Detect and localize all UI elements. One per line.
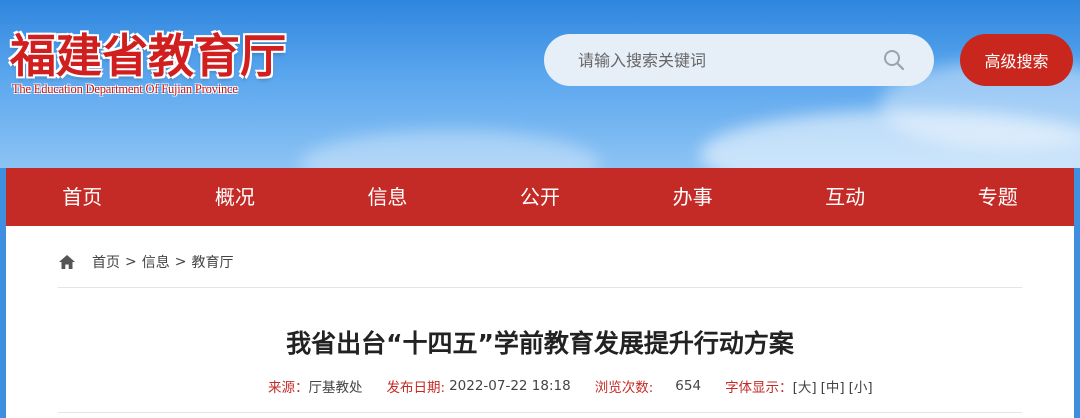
nav-item-overview[interactable]: 概况 xyxy=(159,168,312,226)
views-value: 654 xyxy=(675,378,702,394)
header-banner: 福建省教育厅 The Education Department Of Fujia… xyxy=(0,0,1080,168)
site-logo-title[interactable]: 福建省教育厅 xyxy=(10,20,286,86)
search-icon[interactable] xyxy=(882,48,906,72)
article-meta: 来源： 厅基教处 发布日期: 2022-07-22 18:18 浏览次数: 65… xyxy=(268,376,873,396)
breadcrumb-separator: > xyxy=(125,254,137,270)
source-value: 厅基教处 xyxy=(308,380,363,396)
home-icon[interactable] xyxy=(58,254,76,270)
font-size-label: 字体显示： xyxy=(725,380,793,396)
breadcrumb-department[interactable]: 教育厅 xyxy=(191,252,233,272)
source-label: 来源： xyxy=(268,380,309,396)
search-input[interactable] xyxy=(576,39,870,81)
advanced-search-button[interactable]: 高级搜索 xyxy=(960,34,1073,86)
site-logo-subtitle: The Education Department Of Fujian Provi… xyxy=(12,82,238,96)
font-size-small-button[interactable]: [小] xyxy=(849,376,873,396)
nav-item-interaction[interactable]: 互动 xyxy=(769,168,922,226)
article-title: 我省出台“十四五”学前教育发展提升行动方案 xyxy=(286,329,794,358)
main-nav: 首页 概况 信息 公开 办事 互动 专题 xyxy=(6,168,1074,226)
font-size-medium-button[interactable]: [中] xyxy=(821,376,845,396)
nav-item-topics[interactable]: 专题 xyxy=(921,168,1074,226)
cloud-decoration xyxy=(300,130,600,168)
nav-item-info[interactable]: 信息 xyxy=(311,168,464,226)
date-label: 发布日期: xyxy=(386,380,446,396)
font-size-large-button[interactable]: [大] xyxy=(793,376,817,396)
nav-item-home[interactable]: 首页 xyxy=(6,168,159,226)
divider xyxy=(58,287,1022,288)
breadcrumb: 首页 > 信息 > 教育厅 xyxy=(58,252,233,272)
breadcrumb-info[interactable]: 信息 xyxy=(142,252,170,272)
divider xyxy=(58,412,1022,413)
nav-item-services[interactable]: 办事 xyxy=(616,168,769,226)
date-value: 2022-07-22 18:18 xyxy=(449,378,571,394)
breadcrumb-home[interactable]: 首页 xyxy=(92,252,120,272)
breadcrumb-separator: > xyxy=(174,254,187,270)
views-label: 浏览次数: xyxy=(594,380,654,396)
article-content: 首页 > 信息 > 教育厅 我省出台“十四五”学前教育发展提升行动方案 来源： … xyxy=(6,226,1074,418)
search-box xyxy=(544,34,934,86)
nav-item-public[interactable]: 公开 xyxy=(464,168,617,226)
